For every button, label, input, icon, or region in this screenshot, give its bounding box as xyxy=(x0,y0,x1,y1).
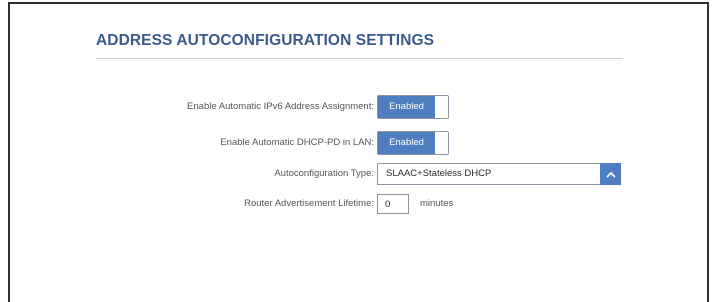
autoconfig-type-label: Autoconfiguration Type: xyxy=(274,168,374,179)
autoconfig-type-row: Autoconfiguration Type: xyxy=(50,162,374,186)
auto-dhcp-pd-toggle[interactable]: Enabled xyxy=(377,131,449,155)
ra-lifetime-unit: minutes xyxy=(420,198,454,209)
ra-lifetime-input[interactable] xyxy=(377,194,409,214)
ra-lifetime-label: Router Advertisement Lifetime: xyxy=(244,198,374,209)
title-divider xyxy=(96,58,623,59)
autoconfig-type-select[interactable]: SLAAC+Stateless DHCP xyxy=(377,163,621,185)
auto-ipv6-toggle[interactable]: Enabled xyxy=(377,95,449,119)
ra-lifetime-row: Router Advertisement Lifetime: xyxy=(50,192,374,216)
auto-ipv6-toggle-state: Enabled xyxy=(378,96,435,118)
page-title: ADDRESS AUTOCONFIGURATION SETTINGS xyxy=(96,32,435,49)
settings-panel: ADDRESS AUTOCONFIGURATION SETTINGS Enabl… xyxy=(8,2,709,302)
auto-dhcp-pd-row: Enable Automatic DHCP-PD in LAN: xyxy=(50,131,374,155)
auto-ipv6-row: Enable Automatic IPv6 Address Assignment… xyxy=(50,95,374,119)
autoconfig-type-value: SLAAC+Stateless DHCP xyxy=(386,168,492,179)
chevron-up-icon[interactable] xyxy=(600,163,621,185)
auto-ipv6-label: Enable Automatic IPv6 Address Assignment… xyxy=(187,101,374,112)
auto-dhcp-pd-label: Enable Automatic DHCP-PD in LAN: xyxy=(220,137,374,148)
auto-dhcp-pd-toggle-state: Enabled xyxy=(378,132,435,154)
